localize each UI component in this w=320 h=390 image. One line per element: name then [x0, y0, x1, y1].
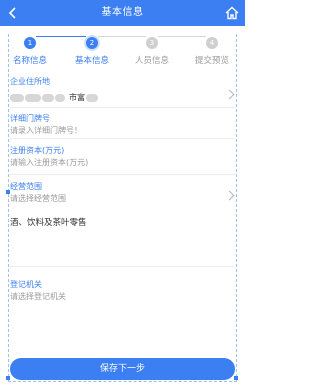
step-number: 4	[206, 37, 218, 49]
authority-field[interactable]: 登记机关 请选择登记机关	[10, 267, 235, 303]
step-basic-info[interactable]: 2 基本信息	[62, 30, 122, 66]
step-indicator: 1 名称信息 2 基本信息 3 人员信息 4 提交预览	[0, 26, 245, 70]
step-personnel-info[interactable]: 3 人员信息	[122, 30, 182, 66]
business-scope-label: 经营范围	[10, 182, 42, 191]
basic-info-form: 企业住所地 市富 详细门牌号 请录入详细门牌号！ 注册资本(万元) 请输入注册资…	[10, 74, 235, 303]
resize-handle[interactable]	[120, 376, 124, 380]
step-number: 2	[86, 37, 98, 49]
resize-handle[interactable]	[6, 376, 10, 380]
redacted-text	[86, 93, 98, 102]
home-icon[interactable]	[224, 5, 240, 21]
business-scope-select[interactable]: 请选择经营范围	[10, 192, 235, 206]
step-submit-preview[interactable]: 4 提交预览	[182, 30, 242, 66]
authority-label: 登记机关	[10, 280, 42, 289]
authority-select[interactable]: 请选择登记机关	[10, 290, 235, 304]
resize-handle[interactable]	[234, 376, 238, 380]
page-title: 基本信息	[101, 7, 144, 18]
address-visible-text: 市富	[69, 93, 85, 102]
nav-bar: 基本信息	[0, 0, 245, 26]
address-value: 市富	[10, 91, 235, 105]
capital-input[interactable]: 请输入注册资本(万元)	[10, 156, 235, 170]
redacted-text	[25, 93, 41, 102]
redacted-text	[55, 93, 65, 102]
address-field[interactable]: 企业住所地 市富	[10, 74, 235, 108]
step-label: 人员信息	[134, 56, 169, 66]
step-label: 提交预览	[194, 56, 229, 66]
step-label: 名称信息	[12, 56, 47, 66]
house-number-label: 详细门牌号	[10, 114, 50, 123]
capital-label: 注册资本(万元)	[10, 146, 65, 155]
step-label: 基本信息	[74, 56, 109, 66]
step-number: 3	[146, 37, 158, 49]
step-number: 1	[24, 37, 36, 49]
business-scope-field[interactable]: 经营范围 请选择经营范围 酒、饮料及茶叶零售	[10, 175, 235, 267]
resize-handle[interactable]	[6, 190, 10, 194]
address-label: 企业住所地	[10, 77, 50, 86]
house-number-input[interactable]: 请录入详细门牌号！	[10, 124, 235, 138]
business-scope-value[interactable]: 酒、饮料及茶叶零售	[10, 206, 235, 264]
step-name-info[interactable]: 1 名称信息	[0, 30, 60, 66]
capital-field: 注册资本(万元) 请输入注册资本(万元)	[10, 139, 235, 175]
app-page: 基本信息 1 名称信息 2 基本信息 3 人员信息 4 提交预览 企业住所地 市…	[0, 0, 245, 390]
redacted-text	[10, 93, 24, 102]
house-number-field: 详细门牌号 请录入详细门牌号！	[10, 108, 235, 139]
redacted-text	[42, 93, 54, 102]
